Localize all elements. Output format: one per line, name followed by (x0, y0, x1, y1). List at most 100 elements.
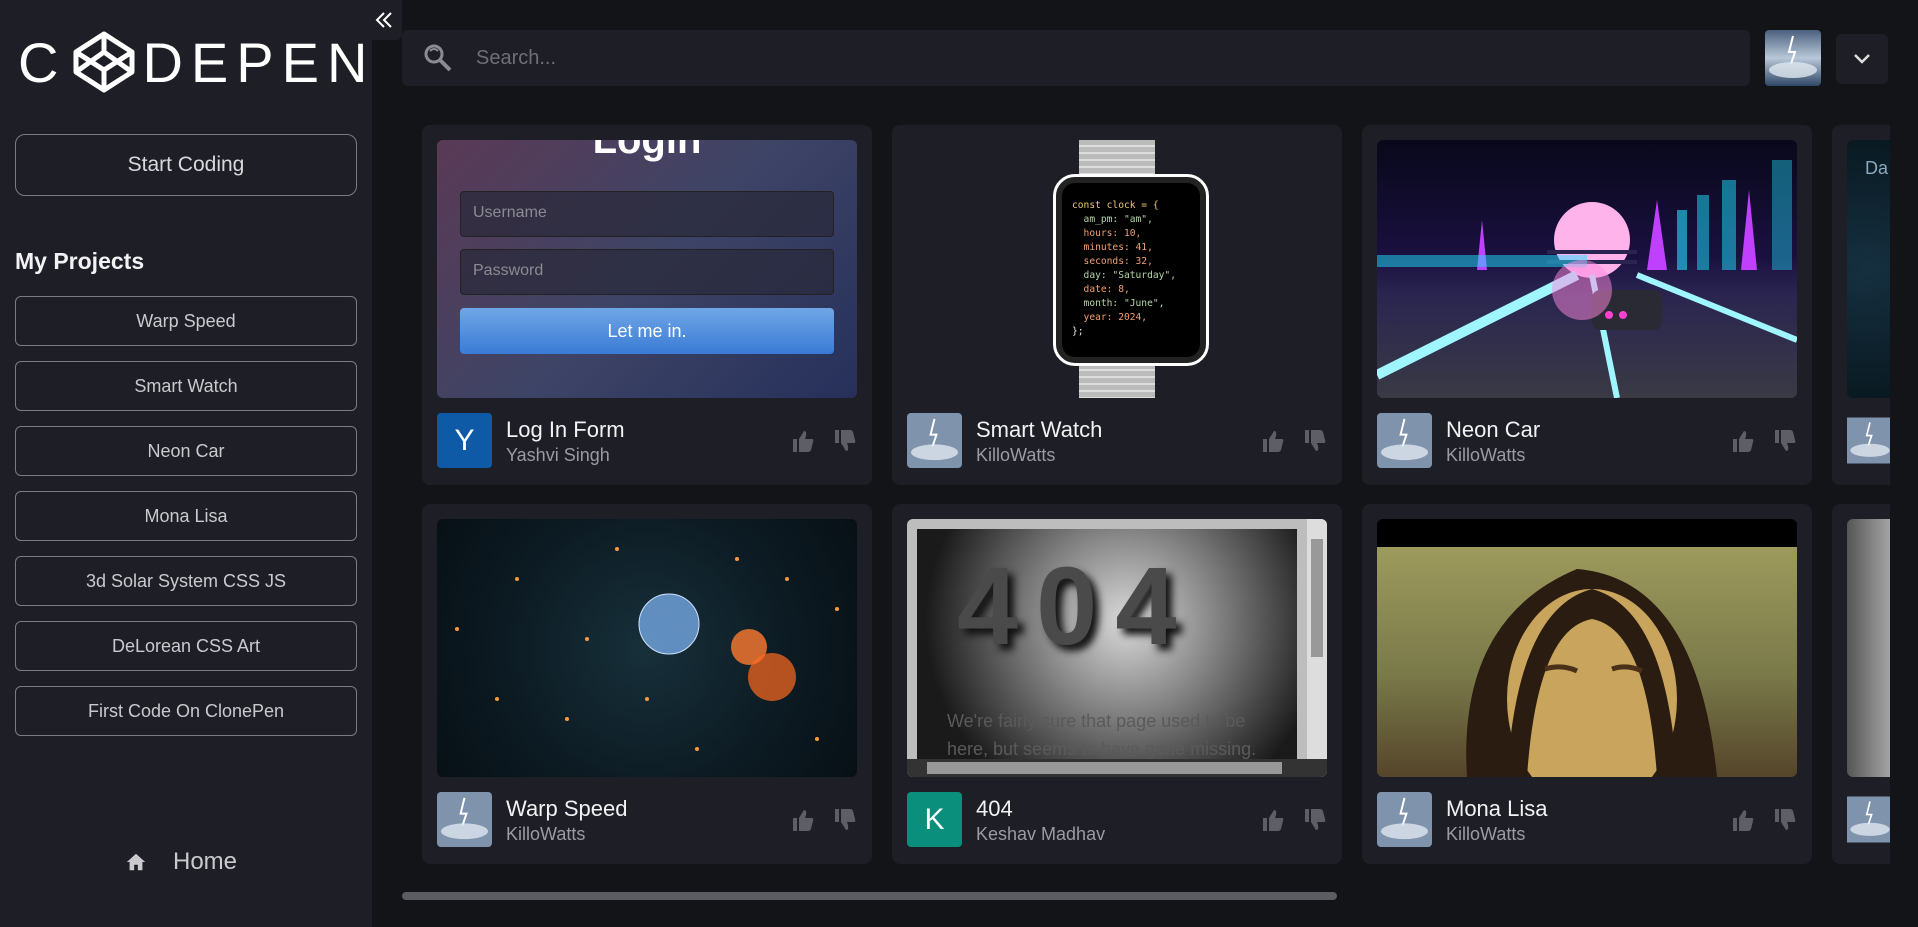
watch-band-top (1079, 140, 1155, 176)
author-avatar[interactable]: Y (437, 413, 492, 468)
pen-author[interactable]: Yashvi Singh (506, 445, 610, 466)
pen-card-partial[interactable] (1832, 504, 1890, 864)
storm-avatar-image (1377, 413, 1432, 468)
author-avatar[interactable] (1377, 413, 1432, 468)
author-avatar[interactable] (437, 792, 492, 847)
mona-lisa-painting (1466, 569, 1717, 777)
pen-author[interactable]: KilloWatts (1446, 824, 1525, 845)
pen-preview[interactable]: Da (1847, 140, 1890, 398)
pen-author[interactable]: KilloWatts (506, 824, 585, 845)
pen-title[interactable]: Neon Car (1446, 417, 1540, 443)
vote-buttons (1260, 428, 1328, 454)
author-avatar[interactable] (1847, 413, 1890, 468)
watch-code: const clock = { am_pm: "am", hours: 10, … (1072, 199, 1176, 339)
error-message-line-1: We're fairly sure that page used to be (947, 711, 1246, 731)
pen-author[interactable]: Keshav Madhav (976, 824, 1105, 845)
pen-title[interactable]: Warp Speed (506, 796, 627, 822)
project-list: Warp Speed Smart Watch Neon Car Mona Lis… (15, 296, 357, 751)
home-link[interactable]: Home (125, 848, 237, 876)
codepen-logo[interactable]: C DEPEN (18, 30, 375, 94)
grid-horizontal-scrollbar[interactable] (402, 892, 1337, 900)
code-line: minutes: 41, (1072, 242, 1153, 253)
avatar-letter: Y (454, 423, 475, 457)
project-item-mona-lisa[interactable]: Mona Lisa (15, 491, 357, 541)
thumbs-down-icon[interactable] (1302, 428, 1328, 454)
thumbs-down-icon[interactable] (1772, 428, 1798, 454)
pen-preview[interactable] (1377, 140, 1797, 398)
project-item-solar-system[interactable]: 3d Solar System CSS JS (15, 556, 357, 606)
project-item-warp-speed[interactable]: Warp Speed (15, 296, 357, 346)
storm-avatar-image (1847, 417, 1890, 464)
pen-card-404[interactable]: 404 We're fairly sure that page used to … (892, 504, 1342, 864)
code-line: year: 2024, (1072, 312, 1148, 323)
thumbs-down-icon[interactable] (1772, 807, 1798, 833)
thumbs-up-icon[interactable] (790, 428, 816, 454)
error-message-line-2: here, but seems to have gone missing. (947, 739, 1257, 759)
pen-preview[interactable] (437, 519, 857, 777)
sidebar: C DEPEN Start Coding My Projects Warp Sp… (0, 0, 372, 927)
home-icon (126, 853, 146, 871)
preview-vertical-scrollbar[interactable] (1307, 519, 1327, 759)
vote-buttons (1260, 807, 1328, 833)
pen-title[interactable]: Mona Lisa (1446, 796, 1548, 822)
storm-avatar-image (1377, 792, 1432, 847)
neon-road-scene (1377, 160, 1797, 398)
pen-title[interactable]: Log In Form (506, 417, 625, 443)
search-input[interactable] (476, 46, 1750, 70)
login-password-field: Password (460, 249, 834, 295)
start-coding-button[interactable]: Start Coding (15, 134, 357, 196)
storm-avatar-image (907, 413, 962, 468)
code-line: seconds: 32, (1072, 256, 1153, 267)
pen-title[interactable]: 404 (976, 796, 1013, 822)
scrollbar-thumb[interactable] (1311, 539, 1323, 657)
author-avatar[interactable]: K (907, 792, 962, 847)
logo-text: DEPEN (142, 30, 376, 94)
pen-card-mona-lisa[interactable]: Mona Lisa KilloWatts (1362, 504, 1812, 864)
user-avatar[interactable] (1765, 30, 1821, 86)
cube-logo-icon (73, 31, 135, 93)
pen-title[interactable]: Smart Watch (976, 417, 1102, 443)
pen-card-warp-speed[interactable]: Warp Speed KilloWatts (422, 504, 872, 864)
thumbs-up-icon[interactable] (1730, 428, 1756, 454)
pen-card-partial[interactable]: Da (1832, 125, 1890, 485)
user-menu-dropdown-button[interactable] (1836, 34, 1888, 84)
pen-card-neon-car[interactable]: Neon Car KilloWatts (1362, 125, 1812, 485)
pen-preview[interactable]: const clock = { am_pm: "am", hours: 10, … (907, 140, 1327, 398)
pen-author[interactable]: KilloWatts (1446, 445, 1525, 466)
watch-face: const clock = { am_pm: "am", hours: 10, … (1053, 174, 1209, 366)
thumbs-down-icon[interactable] (832, 807, 858, 833)
thumbs-down-icon[interactable] (832, 428, 858, 454)
project-item-smart-watch[interactable]: Smart Watch (15, 361, 357, 411)
thumbs-up-icon[interactable] (1730, 807, 1756, 833)
project-item-delorean[interactable]: DeLorean CSS Art (15, 621, 357, 671)
scrollbar-thumb[interactable] (927, 762, 1282, 774)
author-avatar[interactable] (907, 413, 962, 468)
project-item-first-code[interactable]: First Code On ClonePen (15, 686, 357, 736)
pen-preview[interactable] (1377, 519, 1797, 777)
code-line: const clock = { (1072, 200, 1159, 211)
pen-card-smart-watch[interactable]: const clock = { am_pm: "am", hours: 10, … (892, 125, 1342, 485)
author-avatar[interactable] (1377, 792, 1432, 847)
code-line: date: 8, (1072, 284, 1130, 295)
pen-preview[interactable] (1847, 519, 1890, 777)
error-code: 404 (957, 545, 1195, 668)
preview-horizontal-scrollbar[interactable] (907, 759, 1327, 777)
author-avatar[interactable] (1847, 792, 1890, 847)
collapse-sidebar-button[interactable] (366, 0, 402, 40)
vote-buttons (790, 807, 858, 833)
pen-card-log-in-form[interactable]: Login Username Password Let me in. Y Log… (422, 125, 872, 485)
pen-author[interactable]: KilloWatts (976, 445, 1055, 466)
avatar-letter: K (924, 802, 945, 836)
pen-preview[interactable]: 404 We're fairly sure that page used to … (907, 519, 1327, 777)
thumbs-up-icon[interactable] (1260, 807, 1286, 833)
project-item-neon-car[interactable]: Neon Car (15, 426, 357, 476)
thumbs-up-icon[interactable] (1260, 428, 1286, 454)
thumbs-up-icon[interactable] (790, 807, 816, 833)
vote-buttons (1730, 428, 1798, 454)
search-icon (424, 44, 452, 72)
thumbs-down-icon[interactable] (1302, 807, 1328, 833)
watch-band-bottom (1079, 364, 1155, 398)
pen-preview[interactable]: Login Username Password Let me in. (437, 140, 857, 398)
login-preview-heading: Login (592, 140, 702, 162)
home-label: Home (173, 848, 238, 875)
